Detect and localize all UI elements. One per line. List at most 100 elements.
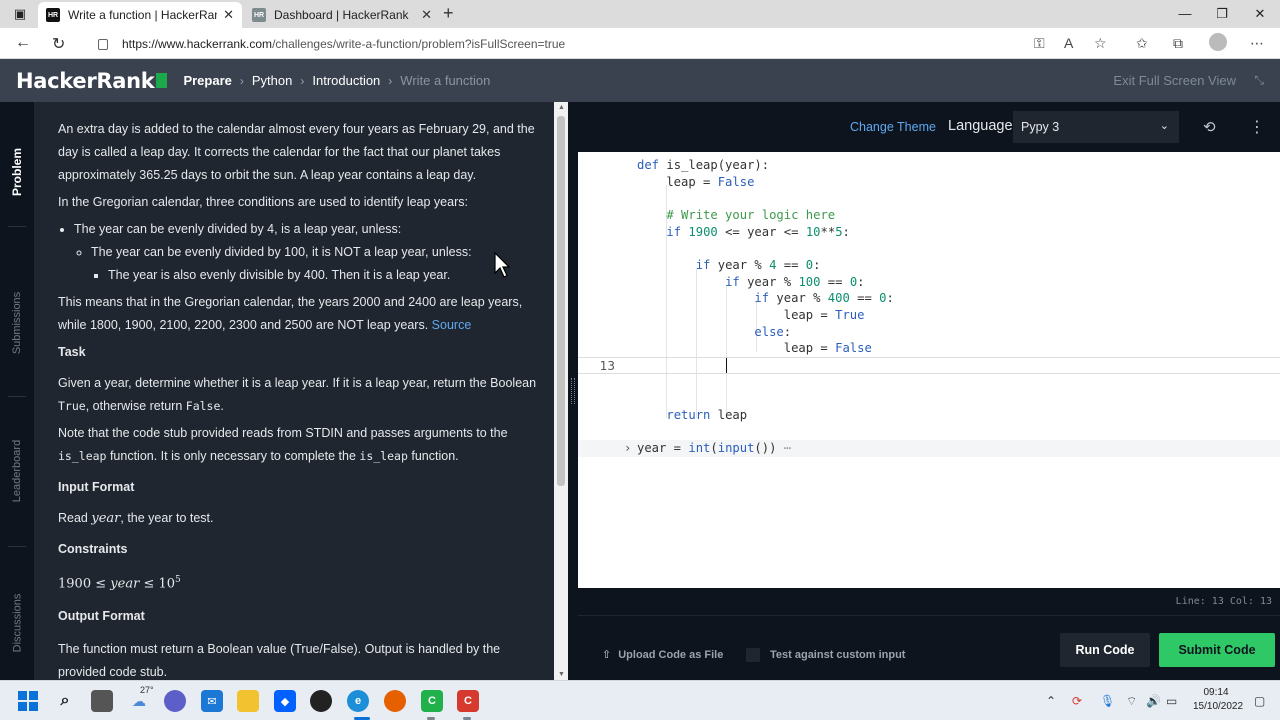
code-line: def is_leap(year): — [637, 158, 770, 172]
change-theme-link[interactable]: Change Theme — [850, 120, 936, 134]
task-view-icon[interactable] — [91, 690, 113, 712]
close-tab-icon[interactable]: ✕ — [223, 7, 234, 23]
mouse-pointer-icon — [494, 252, 510, 278]
code-line: return leap — [666, 408, 748, 422]
address-bar: ← ↻ https://www.hackerrank.com/challenge… — [0, 28, 1280, 59]
wifi-icon[interactable]: ⌔ — [1126, 694, 1137, 709]
settings-more-icon[interactable]: ⋯ — [1250, 35, 1264, 52]
camtasia-icon[interactable]: C — [421, 690, 443, 712]
url-field[interactable]: https://www.hackerrank.com/challenges/wr… — [98, 33, 1122, 55]
scroll-up-icon[interactable]: ▲ — [558, 104, 565, 111]
breadcrumb-prepare[interactable]: Prepare — [183, 73, 231, 88]
task-heading: Task — [58, 345, 86, 359]
search-icon[interactable]: ⌕ — [54, 690, 76, 712]
code-line: if year % 100 == 0: — [725, 275, 865, 289]
edge-browser-icon[interactable]: e — [347, 690, 369, 712]
folded-code-line[interactable]: › year = int(input()) ⋯ — [578, 440, 1280, 457]
hackerrank-logo[interactable]: HackerRank — [16, 69, 168, 93]
more-options-icon[interactable]: ⋮ — [1249, 117, 1265, 137]
breadcrumb-current: Write a function — [400, 73, 491, 88]
problem-side-tabs: Problem Submissions Leaderboard Discussi… — [0, 102, 34, 680]
language-label: Language — [948, 118, 1013, 134]
read-aloud-icon[interactable]: A — [1064, 35, 1073, 51]
custom-input-checkbox[interactable]: Test against custom input — [746, 648, 905, 662]
code-line: if 1900 <= year <= 10**5: — [666, 225, 850, 239]
side-tab-discussions[interactable]: Discussions — [0, 588, 34, 658]
history-icon[interactable]: ⟲ — [1203, 118, 1216, 136]
volume-icon[interactable]: 🔊 — [1146, 694, 1161, 708]
exit-fullscreen-icon[interactable]: ⤡ — [1254, 73, 1264, 88]
profile-avatar[interactable] — [1209, 33, 1227, 51]
exit-full-screen-link[interactable]: Exit Full Screen View — [1113, 73, 1236, 88]
hackerrank-header: HackerRank Prepare › Python › Introducti… — [0, 59, 1280, 102]
language-select[interactable]: Pypy 3 ⌄ — [1013, 111, 1179, 143]
show-hidden-icons-icon[interactable]: ⌃ — [1046, 694, 1056, 708]
close-window-icon[interactable]: ✕ — [1249, 4, 1271, 24]
browser-tab-bar: ▣ HR Write a function | HackerRank ✕ HR … — [0, 0, 1280, 28]
favorites-icon[interactable]: ✩ — [1136, 35, 1148, 52]
system-clock[interactable]: 09:14 15/10/2022 — [1193, 686, 1243, 714]
tab-actions-icon[interactable]: ▣ — [9, 4, 31, 24]
drag-handle-icon[interactable] — [571, 378, 575, 404]
minimize-icon[interactable]: — — [1174, 4, 1196, 24]
code-line: # Write your logic here — [666, 208, 836, 222]
breadcrumb-introduction[interactable]: Introduction — [312, 73, 380, 88]
side-tab-submissions[interactable]: Submissions — [0, 288, 34, 358]
problem-intro: An extra day is added to the calendar al… — [58, 122, 535, 182]
submit-code-button[interactable]: Submit Code — [1159, 633, 1275, 667]
file-explorer-icon[interactable] — [237, 690, 259, 712]
constraints-formula: 1900 ≤ year ≤ 105 — [58, 575, 181, 592]
github-icon[interactable] — [310, 690, 332, 712]
maximize-icon[interactable]: ❐ — [1211, 4, 1233, 24]
recorder-icon[interactable]: C — [457, 690, 479, 712]
lock-icon — [98, 38, 108, 50]
firefox-icon[interactable] — [384, 690, 406, 712]
chevron-down-icon: ⌄ — [1159, 120, 1169, 132]
breadcrumb-python[interactable]: Python — [252, 73, 292, 88]
upload-code-button[interactable]: ⇧ Upload Code as File — [602, 648, 723, 662]
upload-icon: ⇧ — [602, 649, 612, 661]
back-icon[interactable]: ← — [15, 34, 31, 52]
list-item: The year is also evenly divisible by 400… — [108, 264, 540, 287]
source-link[interactable]: Source — [432, 318, 472, 332]
code-line: if year % 400 == 0: — [754, 291, 894, 305]
pane-splitter[interactable] — [568, 102, 578, 680]
code-line: else: — [754, 325, 792, 339]
key-icon[interactable]: ⚿ — [1034, 35, 1045, 52]
chevron-right-icon[interactable]: › — [624, 440, 631, 457]
new-tab-icon[interactable]: + — [443, 3, 454, 24]
text-caret — [726, 358, 727, 373]
note-text: Note that the code stub provided reads f… — [58, 426, 508, 463]
code-line: if year % 4 == 0: — [695, 258, 821, 272]
refresh-icon[interactable]: ↻ — [52, 34, 65, 54]
line-col-indicator: Line: 13 Col: 13 — [1175, 596, 1272, 607]
side-tab-problem[interactable]: Problem — [0, 142, 34, 202]
constraints-heading: Constraints — [58, 542, 128, 556]
tab-dashboard[interactable]: HR Dashboard | HackerRank ✕ — [244, 2, 440, 28]
code-line: leap = True — [637, 308, 865, 322]
code-editor[interactable]: def is_leap(year): leap = False # Write … — [578, 152, 1280, 588]
close-tab-icon[interactable]: ✕ — [421, 7, 432, 23]
input-format-text: Read year, the year to test. — [58, 511, 214, 526]
mail-icon[interactable]: ✉ — [201, 690, 223, 712]
problem-scrollbar[interactable]: ▲ ▼ — [554, 102, 568, 680]
chevron-right-icon: › — [239, 73, 244, 88]
teams-chat-icon[interactable] — [164, 690, 186, 712]
editor-toolbar: Change Theme Language Pypy 3 ⌄ ⟲ ⋮ — [578, 102, 1280, 152]
run-code-button[interactable]: Run Code — [1060, 633, 1150, 667]
notifications-icon[interactable]: ▢ — [1254, 694, 1265, 708]
current-code-line[interactable]: 13 — [578, 357, 1280, 374]
problem-statement: An extra day is added to the calendar al… — [34, 102, 554, 680]
side-tab-leaderboard[interactable]: Leaderboard — [0, 436, 34, 506]
microphone-icon[interactable]: 🎙 — [1100, 694, 1115, 708]
collections-icon[interactable]: ⧉ — [1173, 35, 1183, 52]
tab-write-a-function[interactable]: HR Write a function | HackerRank ✕ — [38, 2, 242, 28]
dropbox-icon[interactable]: ◆ — [274, 690, 296, 712]
battery-icon[interactable]: ▭ — [1166, 694, 1177, 708]
windows-start-icon[interactable] — [17, 690, 39, 712]
add-favorite-icon[interactable]: ☆ — [1094, 35, 1107, 52]
sync-icon[interactable]: ⟳ — [1072, 694, 1082, 708]
editor-status-bar: Line: 13 Col: 13 — [578, 588, 1280, 615]
scrollbar-thumb[interactable] — [557, 116, 565, 486]
scroll-down-icon[interactable]: ▼ — [558, 671, 565, 678]
